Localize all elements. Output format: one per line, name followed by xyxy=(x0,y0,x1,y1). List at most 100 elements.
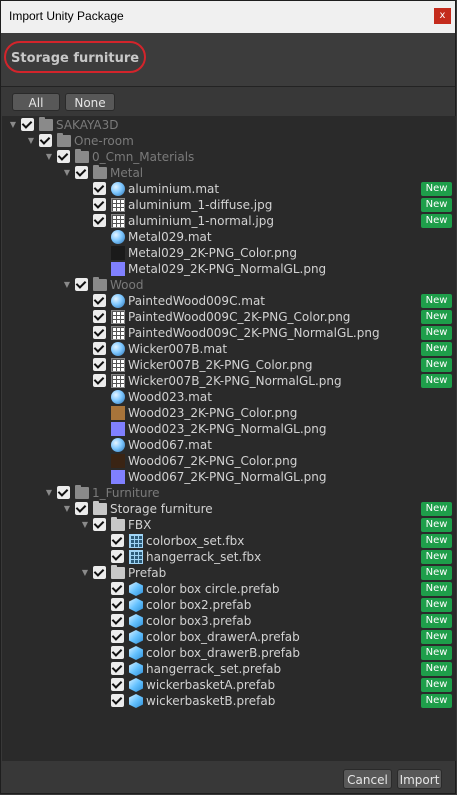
expand-arrow-icon[interactable]: ▼ xyxy=(8,117,18,133)
include-checkbox[interactable] xyxy=(93,326,106,339)
import-button[interactable]: Import xyxy=(397,769,442,789)
include-checkbox[interactable] xyxy=(111,694,124,707)
tree-row[interactable]: PaintedWood009C_2K-PNG_NormalGL.png New xyxy=(2,325,456,341)
include-checkbox[interactable] xyxy=(111,646,124,659)
expand-arrow-icon[interactable]: ▼ xyxy=(80,565,90,581)
include-checkbox[interactable] xyxy=(93,182,106,195)
select-none-button[interactable]: None xyxy=(65,93,115,111)
tree-row[interactable]: ▼ SAKAYA3D xyxy=(2,117,456,133)
title-bar: Import Unity Package x xyxy=(1,1,455,34)
tree-row[interactable]: hangerrack_set.fbx New xyxy=(2,549,456,565)
include-checkbox[interactable] xyxy=(93,342,106,355)
close-button[interactable]: x xyxy=(434,8,451,24)
tree-row[interactable]: color box_drawerB.prefab New xyxy=(2,645,456,661)
expand-arrow-icon[interactable]: ▼ xyxy=(62,277,72,293)
tree-row[interactable]: aluminium_1-diffuse.jpg New xyxy=(2,197,456,213)
tree-row[interactable]: color box circle.prefab New xyxy=(2,581,456,597)
prefab-icon xyxy=(129,614,143,628)
tree-item-label: FBX xyxy=(128,518,152,532)
footer-bar: Cancel Import xyxy=(1,761,455,793)
include-checkbox[interactable] xyxy=(57,486,70,499)
expand-arrow-icon[interactable]: ▼ xyxy=(44,485,54,501)
tree-row[interactable]: wickerbasketB.prefab New xyxy=(2,693,456,709)
include-checkbox[interactable] xyxy=(111,630,124,643)
cancel-button[interactable]: Cancel xyxy=(343,769,392,789)
include-checkbox[interactable] xyxy=(111,598,124,611)
material-icon xyxy=(111,438,125,452)
tree-row[interactable]: ▼ Storage furniture New xyxy=(2,501,456,517)
include-checkbox[interactable] xyxy=(75,166,88,179)
expand-arrow-icon[interactable]: ▼ xyxy=(62,165,72,181)
include-checkbox[interactable] xyxy=(93,294,106,307)
include-checkbox[interactable] xyxy=(93,198,106,211)
include-checkbox[interactable] xyxy=(93,518,106,531)
tree-row[interactable]: wickerbasketA.prefab New xyxy=(2,677,456,693)
swatch-icon xyxy=(111,262,125,276)
tree-item-label: Wicker007B.mat xyxy=(128,342,228,356)
tree-item-label: colorbox_set.fbx xyxy=(146,534,245,548)
expand-arrow-icon[interactable]: ▼ xyxy=(26,133,36,149)
tree-row[interactable]: Metal029.mat xyxy=(2,229,456,245)
include-checkbox[interactable] xyxy=(57,150,70,163)
include-checkbox[interactable] xyxy=(111,678,124,691)
tree-item-label: aluminium_1-diffuse.jpg xyxy=(128,198,273,212)
tree-row[interactable]: Wood067.mat xyxy=(2,437,456,453)
include-checkbox[interactable] xyxy=(111,662,124,675)
new-badge: New xyxy=(421,374,452,388)
include-checkbox[interactable] xyxy=(111,582,124,595)
tree-row[interactable]: Wood067_2K-PNG_Color.png xyxy=(2,453,456,469)
tree-row[interactable]: Wood023.mat xyxy=(2,389,456,405)
expand-arrow-icon[interactable]: ▼ xyxy=(80,517,90,533)
tree-row[interactable]: ▼ One-room xyxy=(2,133,456,149)
tree-item-label: Wood067_2K-PNG_Color.png xyxy=(128,454,298,468)
tree-row[interactable]: Wood023_2K-PNG_NormalGL.png xyxy=(2,421,456,437)
tree-row[interactable]: ▼ Metal xyxy=(2,165,456,181)
include-checkbox[interactable] xyxy=(93,214,106,227)
tree-row[interactable]: ▼ FBX New xyxy=(2,517,456,533)
include-checkbox[interactable] xyxy=(21,118,34,131)
include-checkbox[interactable] xyxy=(111,614,124,627)
include-checkbox[interactable] xyxy=(111,534,124,547)
include-checkbox[interactable] xyxy=(75,502,88,515)
tree-row[interactable]: Wood067_2K-PNG_NormalGL.png xyxy=(2,469,456,485)
include-checkbox[interactable] xyxy=(75,278,88,291)
tree-row[interactable]: Wicker007B_2K-PNG_Color.png New xyxy=(2,357,456,373)
tree-row[interactable]: aluminium_1-normal.jpg New xyxy=(2,213,456,229)
folder-icon xyxy=(111,517,125,531)
tree-row[interactable]: PaintedWood009C.mat New xyxy=(2,293,456,309)
tree-row[interactable]: color box2.prefab New xyxy=(2,597,456,613)
expand-arrow-icon[interactable]: ▼ xyxy=(62,501,72,517)
selection-buttons: All None xyxy=(1,87,455,115)
tree-row[interactable]: hangerrack_set.prefab New xyxy=(2,661,456,677)
tree-item-label: color box3.prefab xyxy=(146,614,252,628)
tree-row[interactable]: Wicker007B_2K-PNG_NormalGL.png New xyxy=(2,373,456,389)
expand-arrow-icon[interactable]: ▼ xyxy=(44,149,54,165)
include-checkbox[interactable] xyxy=(93,358,106,371)
tree-row[interactable]: aluminium.mat New xyxy=(2,181,456,197)
material-icon xyxy=(111,342,125,356)
folder-icon xyxy=(111,565,125,579)
select-all-button[interactable]: All xyxy=(12,93,60,111)
tree-row[interactable]: Metal029_2K-PNG_Color.png xyxy=(2,245,456,261)
tree-row[interactable]: Wicker007B.mat New xyxy=(2,341,456,357)
swatch-icon xyxy=(111,422,125,436)
tree-row[interactable]: ▼ Prefab New xyxy=(2,565,456,581)
tree-item-label: hangerrack_set.prefab xyxy=(146,662,282,676)
tree-row[interactable]: Metal029_2K-PNG_NormalGL.png xyxy=(2,261,456,277)
tree-row[interactable]: color box3.prefab New xyxy=(2,613,456,629)
include-checkbox[interactable] xyxy=(111,550,124,563)
tree-item-label: color box_drawerB.prefab xyxy=(146,646,301,660)
tree-row[interactable]: ▼ 0_Cmn_Materials xyxy=(2,149,456,165)
tree-row[interactable]: Wood023_2K-PNG_Color.png xyxy=(2,405,456,421)
include-checkbox[interactable] xyxy=(93,566,106,579)
tree-row[interactable]: ▼ 1_Furniture xyxy=(2,485,456,501)
tree-row[interactable]: ▼ Wood xyxy=(2,277,456,293)
material-icon xyxy=(111,182,125,196)
tree-item-label: Metal xyxy=(110,166,144,180)
tree-row[interactable]: color box_drawerA.prefab New xyxy=(2,629,456,645)
include-checkbox[interactable] xyxy=(93,374,106,387)
tree-row[interactable]: colorbox_set.fbx New xyxy=(2,533,456,549)
include-checkbox[interactable] xyxy=(39,134,52,147)
tree-row[interactable]: PaintedWood009C_2K-PNG_Color.png New xyxy=(2,309,456,325)
include-checkbox[interactable] xyxy=(93,310,106,323)
